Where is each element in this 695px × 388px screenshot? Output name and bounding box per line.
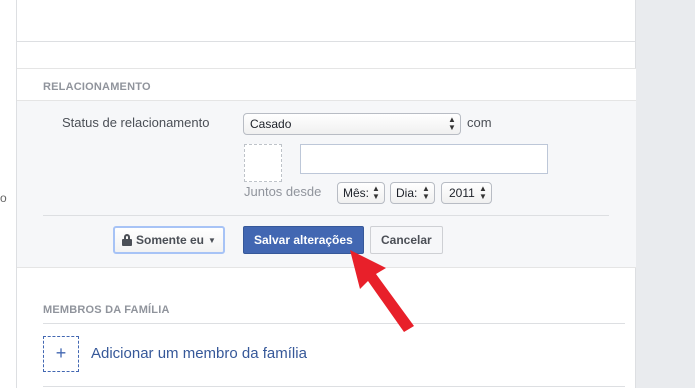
privacy-label: Somente eu bbox=[136, 233, 205, 247]
select-arrows-icon: ▲ ▼ bbox=[448, 115, 456, 132]
year-value: 2011 bbox=[449, 186, 475, 200]
add-family-member-link[interactable]: Adicionar um membro da família bbox=[91, 345, 307, 362]
plus-icon: + bbox=[55, 343, 67, 363]
with-label: com bbox=[467, 115, 492, 130]
actions-divider bbox=[43, 215, 609, 216]
truncated-text: o bbox=[0, 191, 7, 205]
bottom-divider bbox=[43, 386, 625, 387]
year-select[interactable]: 2011 ▲ ▼ bbox=[441, 182, 492, 204]
month-select[interactable]: Mês: ▲ ▼ bbox=[337, 182, 385, 204]
family-section-title: MEMBROS DA FAMÍLIA bbox=[43, 304, 170, 316]
red-arrow-annotation bbox=[350, 250, 414, 332]
arrow-shape bbox=[350, 250, 414, 332]
relationship-status-select[interactable]: Casado ▲ ▼ bbox=[243, 113, 461, 135]
day-select[interactable]: Dia: ▲ ▼ bbox=[390, 182, 435, 204]
partner-name-input[interactable] bbox=[300, 144, 548, 174]
add-family-member-icon[interactable]: + bbox=[43, 336, 79, 372]
select-arrows-icon: ▲ ▼ bbox=[372, 184, 380, 201]
month-value: Mês: bbox=[343, 186, 370, 200]
privacy-selector-button[interactable]: Somente eu ▼ bbox=[113, 226, 225, 254]
relationship-status-value: Casado bbox=[250, 117, 292, 131]
left-column: o bbox=[0, 0, 17, 388]
caret-down-icon: ▼ bbox=[208, 235, 216, 245]
relationship-section-title: RELACIONAMENTO bbox=[43, 81, 151, 93]
day-value: Dia: bbox=[396, 186, 418, 200]
together-since-label: Juntos desde bbox=[244, 184, 322, 199]
top-divider bbox=[17, 41, 636, 42]
relationship-status-label: Status de relacionamento bbox=[62, 115, 210, 130]
select-arrows-icon: ▲ ▼ bbox=[479, 184, 487, 201]
settings-panel: RELACIONAMENTO Status de relacionamento … bbox=[17, 0, 636, 388]
relationship-header: RELACIONAMENTO bbox=[17, 69, 636, 101]
lock-icon bbox=[122, 234, 132, 246]
select-arrows-icon: ▲ ▼ bbox=[422, 184, 430, 201]
relationship-section: RELACIONAMENTO Status de relacionamento … bbox=[17, 68, 636, 268]
partner-photo-placeholder bbox=[244, 144, 282, 182]
